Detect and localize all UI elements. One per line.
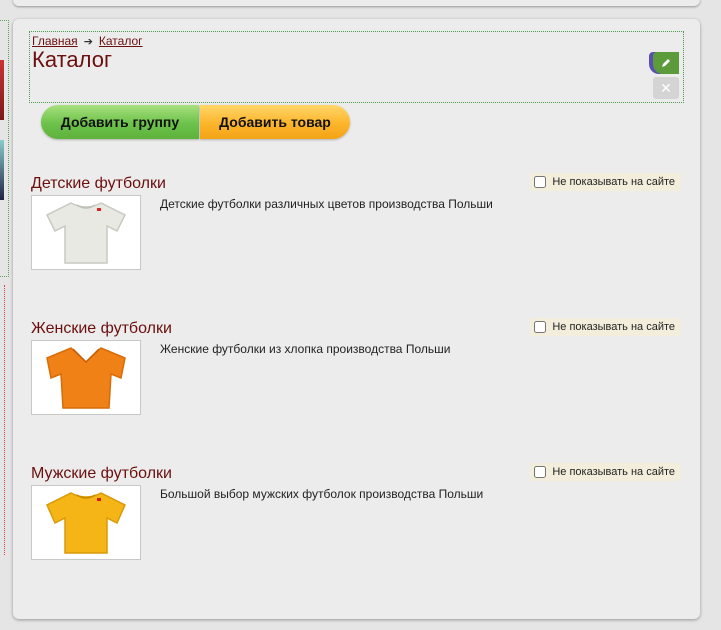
tshirt-icon	[45, 201, 127, 264]
catalog-item: Детские футболки Не показывать на сайте …	[31, 173, 681, 285]
pencil-icon	[662, 59, 670, 67]
top-panel	[13, 0, 700, 6]
item-thumbnail[interactable]	[31, 340, 141, 415]
page-title: Каталог	[32, 47, 112, 72]
hide-checkbox[interactable]	[534, 321, 547, 333]
side-dotted-frame	[0, 285, 5, 555]
catalog-item: Женские футболки Не показывать на сайте …	[31, 318, 681, 430]
item-title[interactable]: Мужские футболки	[31, 465, 172, 483]
catalog-item: Мужские футболки Не показывать на сайте …	[31, 463, 681, 575]
hide-label: Не показывать на сайте	[552, 466, 675, 478]
close-icon: ✕	[660, 79, 672, 96]
add-group-button[interactable]: Добавить группу	[41, 105, 199, 139]
catalog-panel: Главная ➔ Каталог Каталог ✕ Добавить групп…	[13, 19, 700, 619]
tshirt-icon	[46, 491, 126, 554]
item-thumbnail[interactable]	[31, 195, 141, 270]
hide-checkbox[interactable]	[534, 176, 547, 188]
item-thumbnail[interactable]	[31, 485, 141, 560]
edit-button[interactable]	[653, 52, 679, 74]
tshirt-icon	[46, 346, 126, 409]
item-title[interactable]: Детские футболки	[31, 175, 166, 193]
left-edge-strip	[0, 0, 9, 630]
hide-checkbox[interactable]	[534, 466, 547, 478]
delete-button[interactable]: ✕	[653, 77, 679, 99]
add-product-button[interactable]: Добавить товар	[200, 105, 350, 139]
breadcrumb-current-link[interactable]: Каталог	[99, 34, 143, 48]
catalog-header: Главная ➔ Каталог Каталог ✕	[29, 31, 684, 103]
hide-on-site-toggle[interactable]: Не показывать на сайте	[530, 173, 681, 191]
side-dotted-frame	[0, 20, 9, 277]
hide-label: Не показывать на сайте	[552, 176, 675, 188]
hide-on-site-toggle[interactable]: Не показывать на сайте	[530, 463, 681, 481]
item-description: Детские футболки различных цветов произв…	[160, 197, 493, 211]
breadcrumb-home-link[interactable]: Главная	[32, 34, 78, 48]
item-description: Женские футболки из хлопка производства …	[160, 342, 451, 356]
item-description: Большой выбор мужских футболок производс…	[160, 487, 484, 501]
item-title[interactable]: Женские футболки	[31, 320, 172, 338]
breadcrumb: Главная ➔ Каталог	[32, 34, 143, 48]
hide-label: Не показывать на сайте	[552, 321, 675, 333]
hide-on-site-toggle[interactable]: Не показывать на сайте	[530, 318, 681, 336]
